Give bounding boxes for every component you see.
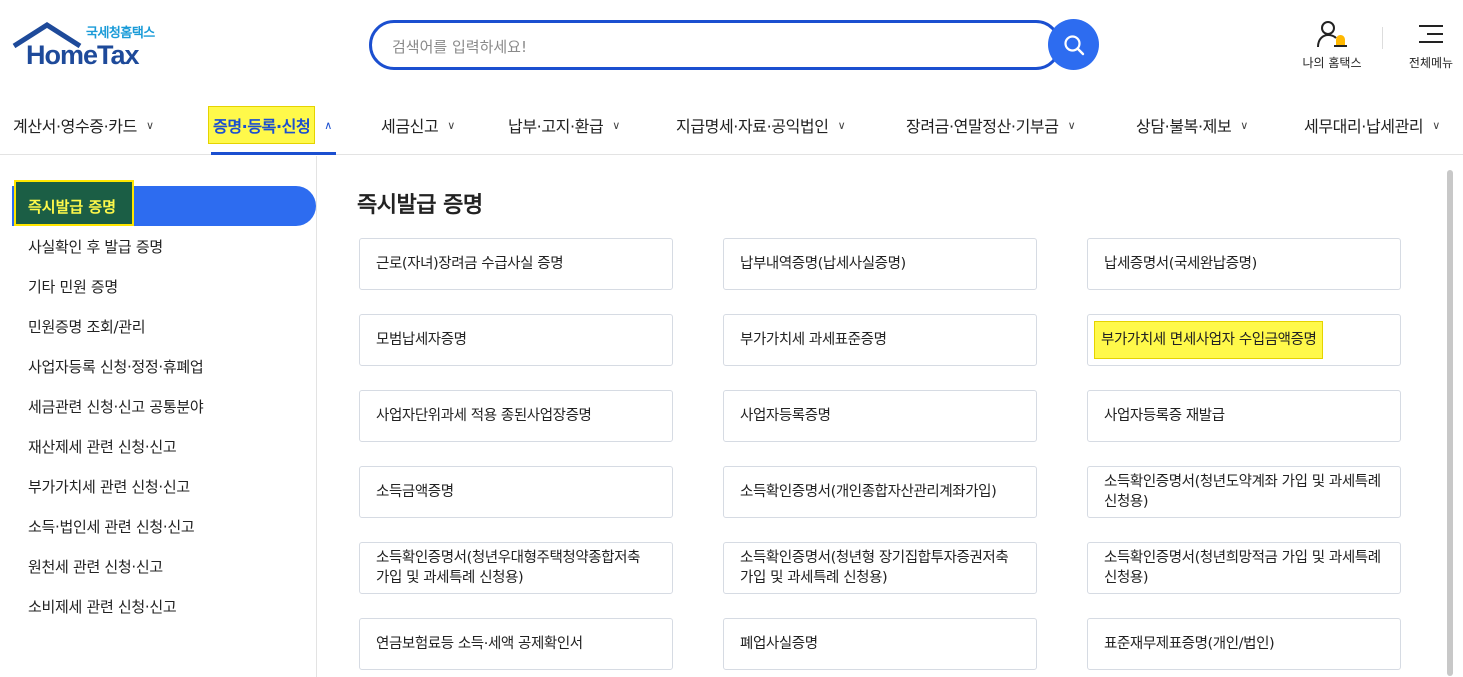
certificate-card[interactable]: 소득확인증명서(청년희망적금 가입 및 과세특례 신청용) <box>1087 542 1401 594</box>
sidebar-item[interactable]: 원천세 관련 신청·신고 <box>28 556 163 577</box>
chevron-down-icon: ∨ <box>1240 118 1249 132</box>
card-label: 소득금액증명 <box>376 484 454 500</box>
card-label: 근로(자녀)장려금 수급사실 증명 <box>376 256 564 272</box>
nav-label: 계산서·영수증·카드 <box>13 117 137 136</box>
sidebar-item[interactable]: 소비제세 관련 신청·신고 <box>28 596 177 617</box>
certificate-card[interactable]: 소득확인증명서(개인종합자산관리계좌가입) <box>723 466 1037 518</box>
chevron-down-icon: ∨ <box>447 118 456 132</box>
nav-invoice-receipt-card[interactable]: 계산서·영수증·카드 ∨ <box>13 95 154 155</box>
sidebar-item-instant-issue[interactable]: 즉시발급 증명 <box>28 196 116 217</box>
certificate-card[interactable]: 근로(자녀)장려금 수급사실 증명 <box>359 238 673 290</box>
user-bell-icon <box>1317 21 1347 48</box>
certificate-card[interactable]: 부가가치세 과세표준증명 <box>723 314 1037 366</box>
certificate-card[interactable]: 소득확인증명서(청년도약계좌 가입 및 과세특례 신청용) <box>1087 466 1401 518</box>
all-menu-button[interactable]: 전체메뉴 <box>1400 18 1462 71</box>
chevron-down-icon: ∨ <box>1432 118 1441 132</box>
header: 국세청홈택스 HomeTax 검색어를 입력하세요! 나의 홈택스 전체메뉴 <box>0 0 1463 95</box>
sidebar-item[interactable]: 세금관련 신청·신고 공통분야 <box>28 396 204 417</box>
chevron-down-icon: ∨ <box>612 118 621 132</box>
nav-incentive-yearend[interactable]: 장려금·연말정산·기부금 ∨ <box>906 95 1076 155</box>
card-label: 사업자단위과세 적용 종된사업장증명 <box>376 408 592 424</box>
nav-certificate-registration[interactable]: 증명·등록·신청 ∧ <box>208 95 332 155</box>
all-menu-label: 전체메뉴 <box>1408 56 1454 70</box>
chevron-down-icon: ∨ <box>1067 118 1076 132</box>
chevron-up-icon: ∧ <box>324 118 333 132</box>
chevron-down-icon: ∨ <box>837 118 846 132</box>
certificate-card[interactable]: 소득확인증명서(청년우대형주택청약종합저축 가입 및 과세특례 신청용) <box>359 542 673 594</box>
nav-label: 세금신고 <box>381 117 439 136</box>
card-label: 소득확인증명서(개인종합자산관리계좌가입) <box>740 484 997 500</box>
logo-text: HomeTax <box>26 40 140 70</box>
util-divider <box>1382 27 1383 49</box>
card-label: 납부내역증명(납세사실증명) <box>740 256 906 272</box>
sidebar-item[interactable]: 사업자등록 신청·정정·휴폐업 <box>28 356 204 377</box>
certificate-card[interactable]: 폐업사실증명 <box>723 618 1037 670</box>
my-hometax-label: 나의 홈택스 <box>1302 56 1362 70</box>
sidebar: 즉시발급 증명 사실확인 후 발급 증명 기타 민원 증명 민원증명 조회/관리… <box>0 156 317 677</box>
card-label: 연금보험료등 소득·세액 공제확인서 <box>376 636 583 652</box>
nav-label: 장려금·연말정산·기부금 <box>906 117 1059 136</box>
certificate-card[interactable]: 납세증명서(국세완납증명) <box>1087 238 1401 290</box>
nav-label: 세무대리·납세관리 <box>1304 117 1424 136</box>
sidebar-item[interactable]: 민원증명 조회/관리 <box>28 316 146 337</box>
card-label: 소득확인증명서(청년도약계좌 가입 및 과세특례 신청용) <box>1104 474 1381 510</box>
nav-consult-appeal[interactable]: 상담·불복·제보 ∨ <box>1136 95 1248 155</box>
card-label: 부가가치세 과세표준증명 <box>740 332 887 348</box>
sidebar-item[interactable]: 소득·법인세 관련 신청·신고 <box>28 516 195 537</box>
card-label: 표준재무제표증명(개인/법인) <box>1104 636 1275 652</box>
nav-payment-refund[interactable]: 납부·고지·환급 ∨ <box>508 95 620 155</box>
nav-label: 지급명세·자료·공익법인 <box>676 117 829 136</box>
sidebar-item[interactable]: 재산제세 관련 신청·신고 <box>28 436 177 457</box>
certificate-card[interactable]: 납부내역증명(납세사실증명) <box>723 238 1037 290</box>
certificate-card[interactable]: 연금보험료등 소득·세액 공제확인서 <box>359 618 673 670</box>
nav-label: 상담·불복·제보 <box>1136 117 1232 136</box>
certificate-card[interactable]: 사업자등록증명 <box>723 390 1037 442</box>
chevron-down-icon: ∨ <box>145 118 154 132</box>
search-input[interactable]: 검색어를 입력하세요! <box>369 20 1061 70</box>
search-placeholder: 검색어를 입력하세요! <box>392 38 527 56</box>
search-icon <box>1063 34 1084 55</box>
page-title: 즉시발급 증명 <box>357 193 483 218</box>
logo-subtitle: 국세청홈택스 <box>86 26 155 41</box>
sidebar-item[interactable]: 부가가치세 관련 신청·신고 <box>28 476 190 497</box>
certificate-card-highlighted[interactable]: 부가가치세 면세사업자 수입금액증명 <box>1087 314 1401 366</box>
certificate-card[interactable]: 표준재무제표증명(개인/법인) <box>1087 618 1401 670</box>
card-label: 소득확인증명서(청년희망적금 가입 및 과세특례 신청용) <box>1104 550 1381 586</box>
nav-payment-statement[interactable]: 지급명세·자료·공익법인 ∨ <box>676 95 846 155</box>
nav-label: 납부·고지·환급 <box>508 117 604 136</box>
certificate-card[interactable]: 사업자등록증 재발급 <box>1087 390 1401 442</box>
hometax-logo[interactable]: 국세청홈택스 HomeTax <box>12 20 167 72</box>
card-label: 폐업사실증명 <box>740 636 818 652</box>
scrollbar[interactable] <box>1447 170 1453 676</box>
my-hometax-button[interactable]: 나의 홈택스 <box>1294 18 1370 71</box>
certificate-card[interactable]: 소득금액증명 <box>359 466 673 518</box>
sidebar-item[interactable]: 기타 민원 증명 <box>28 276 118 297</box>
certificate-card[interactable]: 소득확인증명서(청년형 장기집합투자증권저축 가입 및 과세특례 신청용) <box>723 542 1037 594</box>
search-button[interactable] <box>1048 19 1099 70</box>
card-label: 사업자등록증 재발급 <box>1104 408 1225 424</box>
certificate-card[interactable]: 사업자단위과세 적용 종된사업장증명 <box>359 390 673 442</box>
nav-tax-agent[interactable]: 세무대리·납세관리 ∨ <box>1304 95 1440 155</box>
active-nav-underline <box>211 152 336 155</box>
hamburger-menu-icon <box>1419 25 1443 43</box>
nav-tax-filing[interactable]: 세금신고 ∨ <box>381 95 455 155</box>
certificate-card[interactable]: 모범납세자증명 <box>359 314 673 366</box>
nav-label: 증명·등록·신청 <box>208 106 316 144</box>
card-label: 소득확인증명서(청년형 장기집합투자증권저축 가입 및 과세특례 신청용) <box>740 550 1009 586</box>
card-label: 모범납세자증명 <box>376 332 467 348</box>
card-label: 소득확인증명서(청년우대형주택청약종합저축 가입 및 과세특례 신청용) <box>376 550 641 586</box>
card-label: 납세증명서(국세완납증명) <box>1104 256 1257 272</box>
card-label: 사업자등록증명 <box>740 408 831 424</box>
main-navigation: 계산서·영수증·카드 ∨ 증명·등록·신청 ∧ 세금신고 ∨ 납부·고지·환급 … <box>0 95 1463 155</box>
sidebar-item[interactable]: 사실확인 후 발급 증명 <box>28 236 163 257</box>
card-label: 부가가치세 면세사업자 수입금액증명 <box>1094 321 1324 359</box>
